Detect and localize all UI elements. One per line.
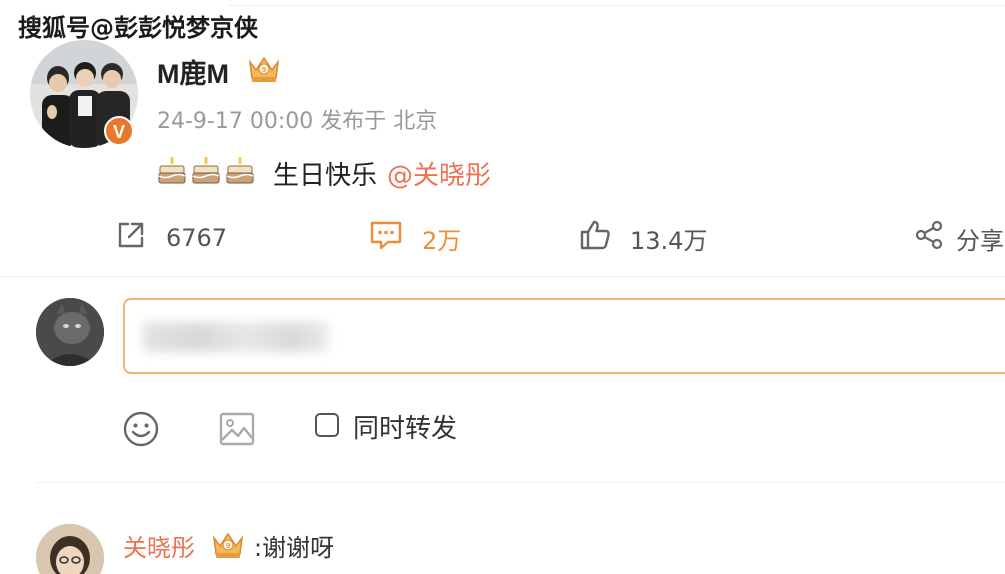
crown-badge-icon: 9	[210, 528, 246, 564]
post-text: 生日快乐	[273, 161, 378, 191]
smiley-icon[interactable]	[122, 410, 160, 452]
reply-avatar[interactable]	[36, 524, 104, 574]
share-label: 分享	[956, 226, 1004, 255]
cake-icon	[157, 155, 187, 192]
cake-icon	[225, 155, 255, 192]
svg-text:9: 9	[262, 66, 266, 74]
author-username[interactable]: M鹿M	[157, 52, 229, 91]
comment-icon	[368, 218, 404, 258]
repost-count: 6767	[166, 224, 228, 252]
share-nodes-icon	[914, 220, 944, 256]
image-icon[interactable]	[218, 410, 256, 452]
comment-count: 2万	[422, 226, 462, 255]
post-content: 生日快乐 @关晓彤	[157, 155, 491, 192]
cake-icon	[191, 155, 221, 192]
crown-badge-icon: 9	[246, 52, 282, 88]
divider	[36, 482, 1005, 483]
top-divider	[228, 5, 1005, 6]
verified-badge: V	[104, 116, 134, 146]
comment-button[interactable]: 2万	[368, 220, 461, 256]
share-button[interactable]: 分享	[914, 220, 1004, 256]
divider	[0, 276, 1005, 277]
thumbs-up-icon	[578, 218, 612, 258]
current-user-avatar	[36, 298, 104, 366]
reply-author-name[interactable]: 关晓彤	[123, 528, 195, 563]
post-timestamp: 24-9-17 00:00 发布于 北京	[157, 109, 438, 134]
blurred-placeholder	[143, 322, 329, 352]
repost-checkbox-label[interactable]: 同时转发	[353, 408, 457, 445]
reply-text: :谢谢呀	[254, 534, 335, 562]
like-button[interactable]: 13.4万	[578, 220, 707, 256]
repost-button[interactable]: 6767	[114, 220, 227, 256]
repost-checkbox[interactable]	[315, 413, 339, 437]
svg-text:9: 9	[226, 542, 230, 550]
watermark: 搜狐号@彭彭悦梦京侠	[18, 14, 258, 42]
like-count: 13.4万	[630, 226, 708, 255]
weibo-post-page: 搜狐号@彭彭悦梦京侠 V M鹿M 9 24-9-17 00:00 发布于 北京 …	[0, 0, 1005, 574]
mention-link[interactable]: @关晓彤	[387, 155, 491, 192]
share-out-icon	[114, 218, 148, 258]
